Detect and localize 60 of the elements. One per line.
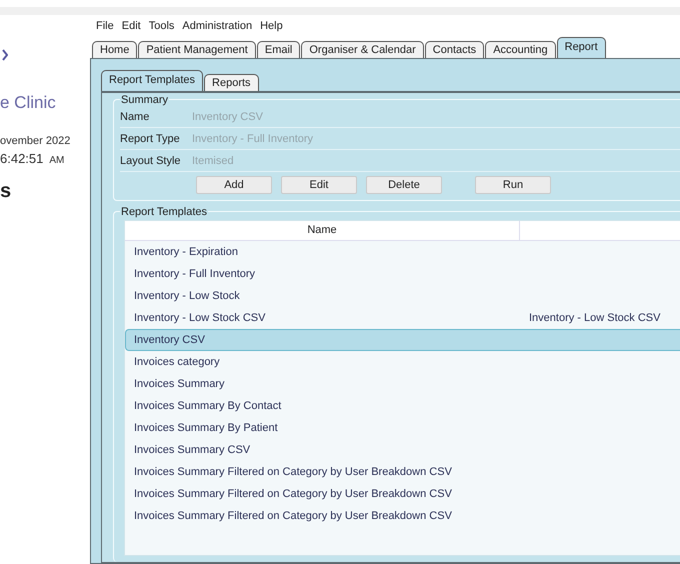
menu-item[interactable]: File [96, 20, 114, 32]
action-button[interactable]: Edit [281, 176, 357, 194]
menu-item[interactable]: Edit [122, 20, 141, 32]
column-header[interactable]: Name [125, 221, 520, 240]
tab[interactable]: Email [256, 41, 300, 58]
table-row[interactable]: Inventory CSV [125, 329, 680, 351]
table-cell-text: Invoices Summary CSV [133, 444, 252, 456]
table-cell-text: Invoices Summary By Contact [133, 400, 282, 412]
table-cell-text: Inventory - Full Inventory [133, 268, 256, 280]
field-value: Itemised [192, 154, 235, 166]
tab[interactable]: Accounting [485, 41, 556, 58]
tab[interactable]: Reports [204, 74, 259, 91]
table-cell-text: Inventory - Low Stock CSV [528, 312, 662, 324]
action-button[interactable]: Delete [366, 176, 442, 194]
table-row[interactable]: Invoices Summary By Contact [125, 395, 680, 417]
group-title: Report Templates [120, 206, 208, 218]
table-row[interactable]: Inventory - Expiration [125, 241, 680, 263]
field-value: Inventory - Full Inventory [192, 132, 314, 144]
field-label: Report Type [120, 132, 181, 144]
action-button[interactable]: Add [196, 176, 272, 194]
table-cell-text: Invoices Summary Filtered on Category by User Breakdown CSV [133, 510, 453, 522]
table-row[interactable]: Invoices Summary Filtered on Category by User Breakdown CSV [125, 483, 680, 505]
table-cell-text: Inventory - Low Stock [133, 290, 241, 302]
table-cell-text: Inventory - Low Stock CSV [133, 312, 266, 324]
table-row[interactable]: Inventory - Low Stock [125, 285, 680, 307]
menu-item[interactable]: Administration [182, 20, 252, 32]
table-cell-text: Invoices Summary Filtered on Category by User Breakdown CSV [133, 488, 453, 500]
tab[interactable]: Home [92, 41, 138, 58]
table-row[interactable]: Invoices Summary Filtered on Category by User Breakdown CSV [125, 461, 680, 483]
table-cell-text: Invoices category [133, 356, 221, 368]
field-label: Name [120, 110, 150, 122]
table-row[interactable]: Invoices category [125, 351, 680, 373]
tab[interactable]: Report Templates [101, 70, 204, 91]
table-row[interactable]: Invoices Summary [125, 373, 680, 395]
table-cell-text: Inventory CSV [133, 334, 206, 346]
table-cell-text: Invoices Summary By Patient [133, 422, 279, 434]
table-row[interactable]: Inventory - Low Stock CSV Inventory - Low Stock CSV [125, 307, 680, 329]
tab[interactable]: Report [556, 37, 606, 58]
tab[interactable]: Patient Management [138, 41, 256, 58]
table-row[interactable]: Invoices Summary CSV [125, 439, 680, 461]
tab[interactable]: Organiser & Calendar [301, 41, 424, 58]
table-cell-text: Invoices Summary [133, 378, 226, 390]
menu-item[interactable]: Help [260, 20, 283, 32]
tab[interactable]: Contacts [424, 41, 484, 58]
field-value: Inventory CSV [192, 110, 264, 122]
meridiem-text: AM [49, 155, 64, 166]
time-text: 6:42:51 [0, 151, 44, 166]
action-button[interactable]: Run [475, 176, 551, 194]
field-label: Layout Style [120, 154, 182, 166]
table-row[interactable]: Inventory - Full Inventory [125, 263, 680, 285]
table-cell-text: Invoices Summary Filtered on Category by User Breakdown CSV [133, 466, 453, 478]
group-title: Summary [120, 94, 170, 106]
table-cell-text: Inventory - Expiration [133, 246, 239, 258]
table-row[interactable]: Invoices Summary By Patient [125, 417, 680, 439]
chevron-icon[interactable] [2, 49, 8, 61]
date-text: ovember 2022 [0, 135, 72, 147]
clinic-name: e Clinic [0, 93, 57, 113]
table-row[interactable]: Invoices Summary Filtered on Category by User Breakdown CSV [125, 505, 680, 527]
heading-text: s [0, 180, 12, 203]
menu-item[interactable]: Tools [148, 20, 174, 32]
